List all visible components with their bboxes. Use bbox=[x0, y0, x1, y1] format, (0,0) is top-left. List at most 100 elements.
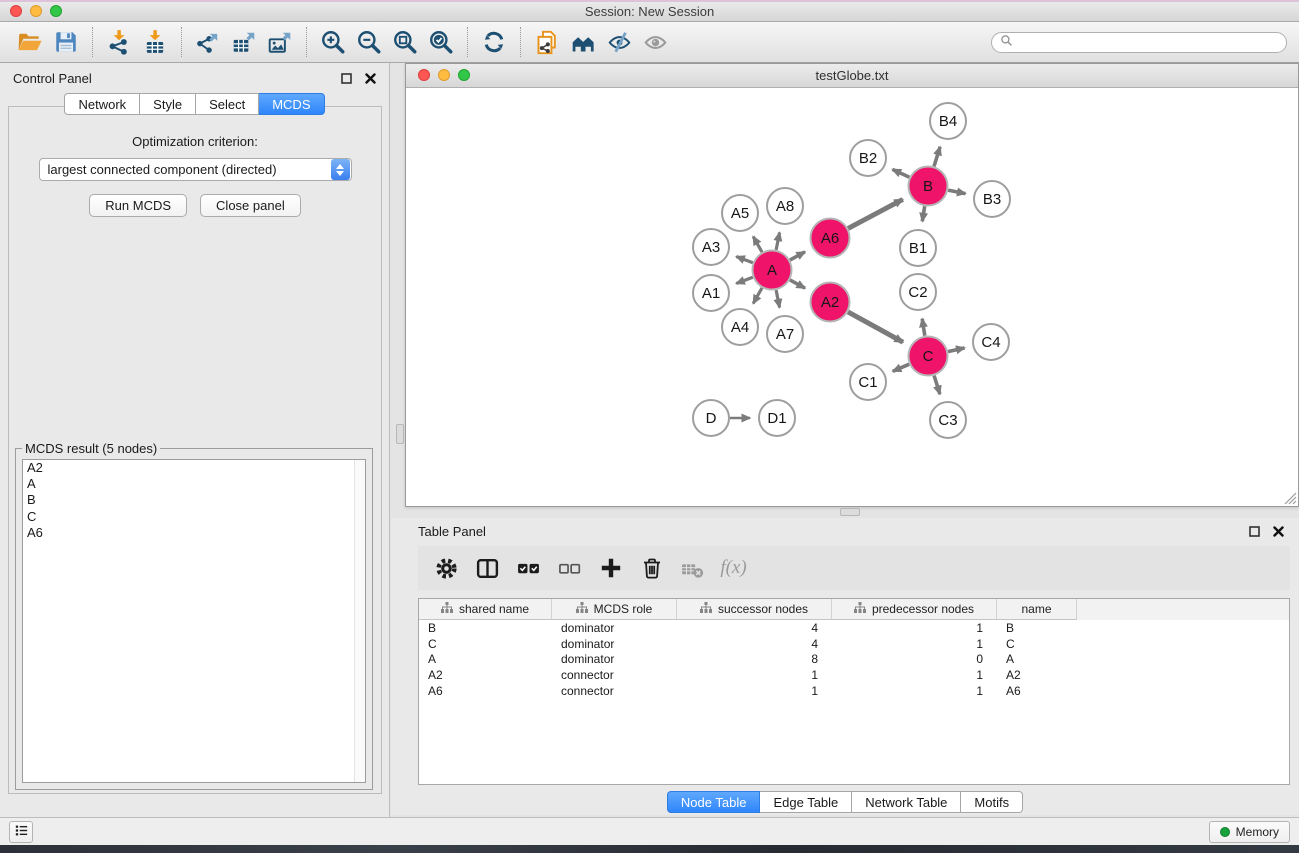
column-header-successor-nodes[interactable]: successor nodes bbox=[677, 599, 832, 620]
node-B[interactable]: B bbox=[909, 167, 948, 206]
table-cell[interactable]: 4 bbox=[677, 637, 832, 651]
column-header-predecessor-nodes[interactable]: predecessor nodes bbox=[832, 599, 997, 620]
edge-C-C2[interactable] bbox=[922, 319, 925, 336]
open-session-icon[interactable] bbox=[12, 26, 48, 58]
add-icon[interactable] bbox=[592, 551, 629, 585]
home-icon[interactable] bbox=[565, 26, 601, 58]
copy-network-icon[interactable] bbox=[529, 26, 565, 58]
edge-A-A6[interactable] bbox=[790, 252, 805, 260]
tab-select[interactable]: Select bbox=[196, 93, 259, 115]
float-panel-icon[interactable] bbox=[339, 71, 353, 85]
criterion-dropdown[interactable]: largest connected component (directed) bbox=[39, 158, 352, 181]
edge-A-A7[interactable] bbox=[776, 290, 780, 307]
table-cell[interactable]: 0 bbox=[832, 652, 997, 666]
edge-A-A4[interactable] bbox=[753, 288, 762, 304]
split-view-icon[interactable] bbox=[469, 551, 506, 585]
settings-icon[interactable] bbox=[428, 551, 465, 585]
deselect-all-icon[interactable] bbox=[551, 551, 588, 585]
table-cell[interactable]: 1 bbox=[677, 668, 832, 682]
export-network-icon[interactable] bbox=[190, 26, 226, 58]
node-A8[interactable]: A8 bbox=[767, 188, 803, 224]
node-A6[interactable]: A6 bbox=[811, 219, 850, 258]
edge-A6-B[interactable] bbox=[848, 199, 903, 228]
toggle-visibility-icon[interactable] bbox=[601, 26, 637, 58]
node-A[interactable]: A bbox=[753, 251, 792, 290]
mcds-result-item[interactable]: A2 bbox=[23, 460, 365, 476]
mcds-result-item[interactable]: A6 bbox=[23, 525, 365, 541]
select-all-icon[interactable] bbox=[510, 551, 547, 585]
search-box[interactable] bbox=[991, 32, 1287, 53]
node-D1[interactable]: D1 bbox=[759, 400, 795, 436]
export-image-icon[interactable] bbox=[262, 26, 298, 58]
table-cell[interactable]: 1 bbox=[832, 684, 997, 698]
table-cell[interactable]: dominator bbox=[552, 637, 677, 651]
table-cell[interactable]: A bbox=[997, 652, 1077, 666]
edge-A-A8[interactable] bbox=[776, 233, 780, 250]
node-D[interactable]: D bbox=[693, 400, 729, 436]
memory-button[interactable]: Memory bbox=[1209, 821, 1290, 843]
export-table-icon[interactable] bbox=[226, 26, 262, 58]
edge-A-A3[interactable] bbox=[736, 257, 753, 263]
node-C3[interactable]: C3 bbox=[930, 402, 966, 438]
node-B2[interactable]: B2 bbox=[850, 140, 886, 176]
table-cell[interactable]: A2 bbox=[419, 668, 552, 682]
task-history-button[interactable] bbox=[9, 821, 33, 843]
table-cell[interactable]: dominator bbox=[552, 621, 677, 635]
table-cell[interactable]: 8 bbox=[677, 652, 832, 666]
float-table-panel-icon[interactable] bbox=[1247, 524, 1261, 538]
mcds-result-item[interactable]: C bbox=[23, 509, 365, 525]
table-cell[interactable]: C bbox=[419, 637, 552, 651]
edge-C-C4[interactable] bbox=[948, 348, 965, 352]
close-table-panel-icon[interactable] bbox=[1271, 524, 1285, 538]
node-A1[interactable]: A1 bbox=[693, 275, 729, 311]
edge-C-C1[interactable] bbox=[893, 364, 909, 371]
tab-network[interactable]: Network bbox=[64, 93, 140, 115]
scrollbar-track[interactable] bbox=[354, 460, 365, 782]
table-cell[interactable]: 4 bbox=[677, 621, 832, 635]
refresh-icon[interactable] bbox=[476, 26, 512, 58]
node-C[interactable]: C bbox=[909, 337, 948, 376]
table-cell[interactable]: 1 bbox=[832, 668, 997, 682]
save-session-icon[interactable] bbox=[48, 26, 84, 58]
node-B1[interactable]: B1 bbox=[900, 230, 936, 266]
mcds-result-item[interactable]: B bbox=[23, 492, 365, 508]
tab-mcds[interactable]: MCDS bbox=[259, 93, 324, 115]
table-row[interactable]: A2connector11A2 bbox=[419, 667, 1289, 683]
table-cell[interactable]: connector bbox=[552, 668, 677, 682]
edge-A-A2[interactable] bbox=[790, 280, 805, 288]
table-cell[interactable]: 1 bbox=[832, 621, 997, 635]
table-cell[interactable]: A2 bbox=[997, 668, 1077, 682]
network-canvas[interactable]: B4B2BB3B1A5A8A6A3AA1A4A7A2C2C4CC1C3DD1 bbox=[406, 89, 1298, 506]
node-A5[interactable]: A5 bbox=[722, 195, 758, 231]
zoom-selected-icon[interactable] bbox=[423, 26, 459, 58]
node-C1[interactable]: C1 bbox=[850, 364, 886, 400]
node-C4[interactable]: C4 bbox=[973, 324, 1009, 360]
edge-A2-C[interactable] bbox=[848, 312, 903, 342]
edge-A-A5[interactable] bbox=[753, 237, 762, 253]
zoom-fit-icon[interactable] bbox=[387, 26, 423, 58]
resize-grip-icon[interactable] bbox=[1282, 490, 1297, 505]
close-panel-button[interactable]: Close panel bbox=[200, 194, 301, 217]
column-header-name[interactable]: name bbox=[997, 599, 1077, 620]
tab-node-table[interactable]: Node Table bbox=[667, 791, 761, 813]
table-cell[interactable]: C bbox=[997, 637, 1077, 651]
table-cell[interactable]: dominator bbox=[552, 652, 677, 666]
table-cell[interactable]: connector bbox=[552, 684, 677, 698]
node-B4[interactable]: B4 bbox=[930, 103, 966, 139]
vertical-divider-handle[interactable] bbox=[396, 424, 404, 444]
zoom-in-icon[interactable] bbox=[315, 26, 351, 58]
mcds-result-item[interactable]: A bbox=[23, 476, 365, 492]
table-row[interactable]: A6connector11A6 bbox=[419, 683, 1289, 699]
node-A3[interactable]: A3 bbox=[693, 229, 729, 265]
import-network-icon[interactable] bbox=[101, 26, 137, 58]
table-cell[interactable]: A bbox=[419, 652, 552, 666]
node-A7[interactable]: A7 bbox=[767, 316, 803, 352]
search-input[interactable] bbox=[1018, 35, 1278, 49]
edge-B-B4[interactable] bbox=[934, 147, 940, 167]
import-table-icon[interactable] bbox=[137, 26, 173, 58]
column-header-MCDS-role[interactable]: MCDS role bbox=[552, 599, 677, 620]
tab-edge-table[interactable]: Edge Table bbox=[760, 791, 852, 813]
zoom-out-icon[interactable] bbox=[351, 26, 387, 58]
table-cell[interactable]: B bbox=[997, 621, 1077, 635]
column-header-shared-name[interactable]: shared name bbox=[419, 599, 552, 620]
